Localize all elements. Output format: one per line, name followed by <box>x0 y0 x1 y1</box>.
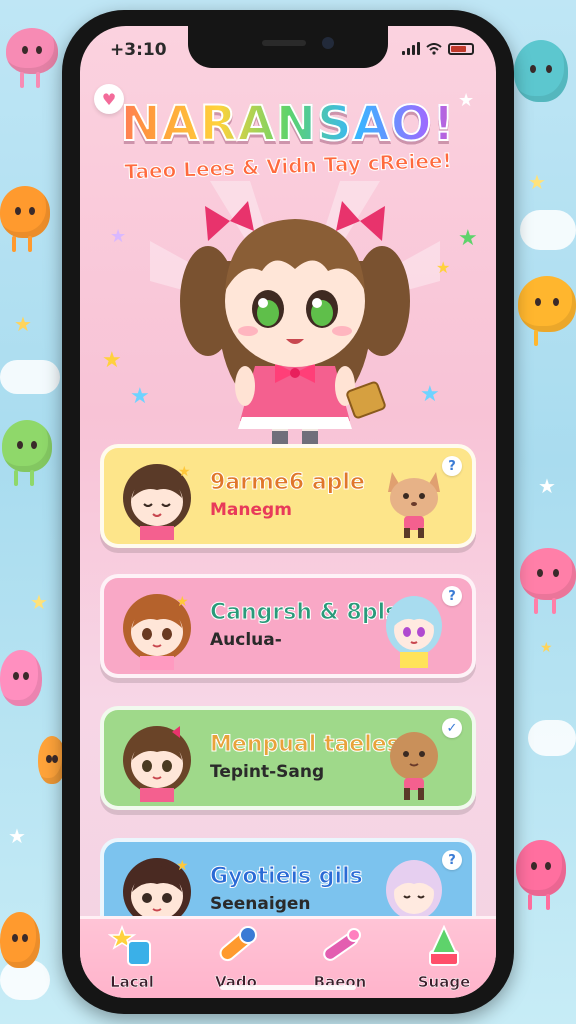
card-subtitle: Auclua- <box>210 630 282 650</box>
star-icon: ★ <box>130 384 150 409</box>
avatar: ★ <box>123 594 191 670</box>
teal-jelly-icon <box>514 40 568 102</box>
svg-text:★: ★ <box>176 858 189 874</box>
notch <box>188 26 388 68</box>
svg-text:★: ★ <box>176 594 189 610</box>
cone-icon <box>429 924 459 966</box>
tab-label: Suage <box>417 973 471 992</box>
orange-jelly-icon <box>0 186 50 252</box>
category-card[interactable]: Menpual taeles Tepint-Sang ✓ <box>100 706 476 810</box>
category-card[interactable]: ★ 9arme6 aple Manegm ? <box>100 444 476 548</box>
star-icon: ★ <box>458 90 475 111</box>
tab-baeon[interactable]: Baeon <box>300 925 380 991</box>
card-title: Cangrsh & 8pls <box>209 600 399 626</box>
status-icons <box>402 42 474 55</box>
tab-lacal[interactable]: Lacal <box>92 924 172 992</box>
avatar <box>123 726 191 802</box>
green-jelly-icon <box>2 420 52 486</box>
background-cloud <box>520 210 576 250</box>
tab-suage[interactable]: Suage <box>404 924 484 992</box>
fox-mascot-icon <box>388 472 440 538</box>
avatar: ★ <box>123 464 191 540</box>
signal-icon <box>402 42 420 55</box>
card-subtitle: Manegm <box>210 500 292 520</box>
orange-jelly-icon <box>518 276 576 346</box>
pink-jelly-icon <box>516 840 566 910</box>
app-subtitle: Taeo Lees & Vidn Tay cReiee! <box>124 148 453 184</box>
star-icon: ★ <box>528 170 546 194</box>
star-icon: ★ <box>540 640 553 656</box>
background-cloud <box>0 360 60 394</box>
tab-vado[interactable]: Vado <box>196 925 276 991</box>
star-icon: ★ <box>102 348 122 373</box>
app-screen: +3:10 ♥ NARANSAO! Taeo Lees & Vidn Tay c… <box>80 26 496 998</box>
pink-jelly-icon <box>520 548 576 614</box>
star-icon: ★ <box>30 590 48 614</box>
battery-icon <box>448 43 474 55</box>
background-cloud <box>528 720 576 756</box>
star-icon: ★ <box>458 226 478 251</box>
status-time: +3:10 <box>110 40 167 60</box>
star-icon: ★ <box>8 824 26 848</box>
star-icon: ★ <box>420 382 440 407</box>
cookie-mascot-icon <box>390 732 438 800</box>
star-icon: ★ <box>436 258 451 277</box>
pencil-icon <box>219 926 257 962</box>
card-subtitle: Tepint-Sang <box>210 762 325 782</box>
tab-label: Lacal <box>110 973 154 992</box>
crayon-icon <box>323 928 361 961</box>
info-button[interactable]: ? <box>442 456 462 476</box>
card-title: Gyotieis gils <box>210 864 364 890</box>
card-title: 9arme6 aple <box>210 470 366 496</box>
camera-icon <box>322 37 334 49</box>
star-icon: ★ <box>14 312 32 336</box>
card-subtitle: Seenaigen <box>210 894 311 914</box>
anime-girl-mascot-icon <box>386 596 442 668</box>
card-title: Menpual taeles <box>210 732 401 758</box>
pink-jelly-icon <box>0 650 42 706</box>
speaker <box>262 40 306 46</box>
wifi-icon <box>426 43 442 55</box>
svg-text:★: ★ <box>178 464 191 480</box>
phone-frame: +3:10 ♥ NARANSAO! Taeo Lees & Vidn Tay c… <box>62 10 514 1014</box>
home-indicator[interactable] <box>220 985 356 990</box>
info-button[interactable]: ? <box>442 586 462 606</box>
app-title: NARANSAO! <box>80 95 496 153</box>
category-card[interactable]: ★ Cangrsh & 8pls Auclua- ? <box>100 574 476 678</box>
info-button[interactable]: ✓ <box>442 718 462 738</box>
star-cup-icon <box>107 924 151 966</box>
hero-character-illustration <box>150 181 440 453</box>
pink-jelly-icon <box>6 28 58 88</box>
info-button[interactable]: ? <box>442 850 462 870</box>
star-icon: ★ <box>538 474 556 498</box>
star-icon: ★ <box>110 226 127 247</box>
orange-jelly-icon <box>0 912 40 968</box>
